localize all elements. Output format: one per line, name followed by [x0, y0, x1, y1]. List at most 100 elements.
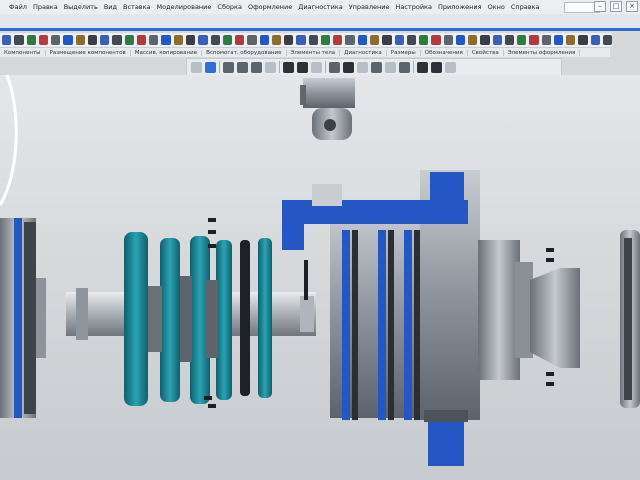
menu-item[interactable]: Правка [30, 0, 61, 14]
toolbar-tool-icon[interactable] [222, 35, 233, 45]
toolbar-tool-icon[interactable] [161, 35, 171, 45]
menu-item[interactable]: Вставка [120, 0, 154, 14]
toolbar-tool-icon[interactable] [149, 35, 159, 45]
toolbar-tool-icon[interactable] [198, 35, 208, 45]
toolbar-tool-icon[interactable] [247, 35, 257, 45]
toolbar-tool-icon[interactable] [419, 35, 429, 45]
toolbar-tool-icon[interactable] [136, 35, 147, 45]
orient-icon[interactable] [283, 61, 294, 73]
toolbar-tool-icon[interactable] [504, 35, 515, 45]
toolbar-group-label[interactable]: Свойства [468, 49, 504, 56]
toolbar-tool-icon[interactable] [296, 35, 306, 45]
toolbar-tool-icon[interactable] [345, 35, 355, 45]
toolbar-tool-icon[interactable] [100, 35, 110, 45]
toolbar-tool-icon[interactable] [75, 35, 85, 45]
toolbar-tool-icon[interactable] [443, 35, 453, 45]
toolbar-tool-icon[interactable] [517, 35, 527, 45]
menu-item[interactable]: Диагностика [295, 0, 345, 14]
toolbar-group-label[interactable]: Элементы тела [287, 49, 341, 56]
toolbar-tool-icon[interactable] [320, 35, 331, 45]
toolbar-tool-icon[interactable] [553, 35, 564, 45]
menu-item[interactable]: Выделить [61, 0, 101, 14]
toolbar-tool-icon[interactable] [406, 35, 417, 45]
toolbar-tool-icon[interactable] [185, 35, 196, 45]
filter-icon[interactable] [417, 61, 428, 73]
lighting-icon[interactable] [357, 61, 368, 73]
zoom-window-icon[interactable] [265, 61, 276, 73]
toolbar-group-label[interactable]: Размеры [387, 49, 421, 56]
grid-icon[interactable] [399, 61, 410, 73]
toolbar-group-label[interactable]: Обозначения [421, 49, 468, 56]
toolbar-group-label[interactable]: Вспомогат. оборудование [202, 49, 287, 56]
toolbar-tool-icon[interactable] [259, 35, 269, 45]
toolbar-tool-icon[interactable] [492, 35, 502, 45]
menu-item[interactable]: Управление [346, 0, 393, 14]
toolbar-tool-icon[interactable] [51, 35, 61, 45]
toolbar-tool-icon[interactable] [603, 35, 613, 45]
toolbar-group-label[interactable]: Элементы оформления [504, 49, 581, 56]
toolbar-tool-icon[interactable] [431, 35, 441, 45]
toolbar-tool-icon[interactable] [541, 35, 551, 45]
menu-item[interactable]: Файл [6, 0, 30, 14]
toolbar-tool-icon[interactable] [394, 35, 404, 45]
toolbar-tool-icon[interactable] [210, 35, 220, 45]
toolbar-tool-icon[interactable] [590, 35, 601, 45]
settings-icon[interactable] [445, 61, 456, 73]
menu-item[interactable]: Справка [508, 0, 543, 14]
select-icon[interactable] [205, 61, 216, 73]
restore-button[interactable]: □ [610, 1, 622, 12]
toolbar-tool-icon[interactable] [2, 35, 12, 45]
minimize-button[interactable]: – [594, 1, 606, 12]
toolbar-tool-icon[interactable] [566, 35, 576, 45]
toolbar-tool-icon[interactable] [63, 35, 73, 45]
pan-icon[interactable] [237, 61, 248, 73]
toolbar-tool-icon[interactable] [14, 35, 24, 45]
section-icon[interactable] [311, 61, 322, 73]
zoom-icon[interactable] [251, 61, 262, 73]
shadow-icon[interactable] [385, 61, 396, 73]
toolbar-group-label[interactable]: Диагностика [340, 49, 387, 56]
menu-item[interactable]: Настройка [392, 0, 434, 14]
toolbar-tool-icon[interactable] [455, 35, 466, 45]
menu-item[interactable]: Моделирование [154, 0, 215, 14]
perspective-icon[interactable] [371, 61, 382, 73]
toolbar-group-label[interactable]: Массив, копирование [131, 49, 203, 56]
toolbar-tool-icon[interactable] [124, 35, 134, 45]
right-endcap-part [620, 230, 640, 408]
menu-item[interactable]: Оформление [245, 0, 295, 14]
menu-item[interactable]: Сборка [214, 0, 245, 14]
toolbar-tool-icon[interactable] [271, 35, 282, 45]
toolbar-tool-icon[interactable] [578, 35, 588, 45]
menu-item[interactable]: Приложения [435, 0, 485, 14]
separator [325, 61, 326, 73]
3d-viewport[interactable] [0, 75, 640, 480]
display-mode-icon[interactable] [343, 61, 354, 73]
view-toolbar [186, 58, 562, 76]
menu-item[interactable]: Вид [101, 0, 120, 14]
toolbar-tool-icon[interactable] [369, 35, 380, 45]
toolbar-tool-icon[interactable] [357, 35, 367, 45]
hide-icon[interactable] [329, 61, 340, 73]
toolbar-tool-icon[interactable] [87, 35, 98, 45]
toolbar-tool-icon[interactable] [38, 35, 49, 45]
filter-dropdown-icon[interactable] [431, 61, 442, 73]
toolbar-tool-icon[interactable] [480, 35, 490, 45]
compass-icon[interactable] [191, 61, 202, 73]
toolbar-tool-icon[interactable] [235, 35, 245, 45]
toolbar-tool-icon[interactable] [284, 35, 294, 45]
toolbar-group-label[interactable]: Компоненты [0, 49, 46, 56]
toolbar-group-label[interactable]: Размещение компонентов [46, 49, 131, 56]
close-button[interactable]: × [626, 1, 638, 12]
toolbar-tool-icon[interactable] [112, 35, 122, 45]
toolbar-tool-icon[interactable] [529, 35, 539, 45]
toolbar-tool-icon[interactable] [333, 35, 343, 45]
toolbar-tool-icon[interactable] [382, 35, 392, 45]
accent-line [0, 28, 640, 31]
view-cube-icon[interactable] [297, 61, 308, 73]
toolbar-tool-icon[interactable] [468, 35, 478, 45]
rotate-icon[interactable] [223, 61, 234, 73]
toolbar-tool-icon[interactable] [173, 35, 183, 45]
menu-item[interactable]: Окно [485, 0, 508, 14]
toolbar-tool-icon[interactable] [26, 35, 36, 45]
toolbar-tool-icon[interactable] [308, 35, 318, 45]
